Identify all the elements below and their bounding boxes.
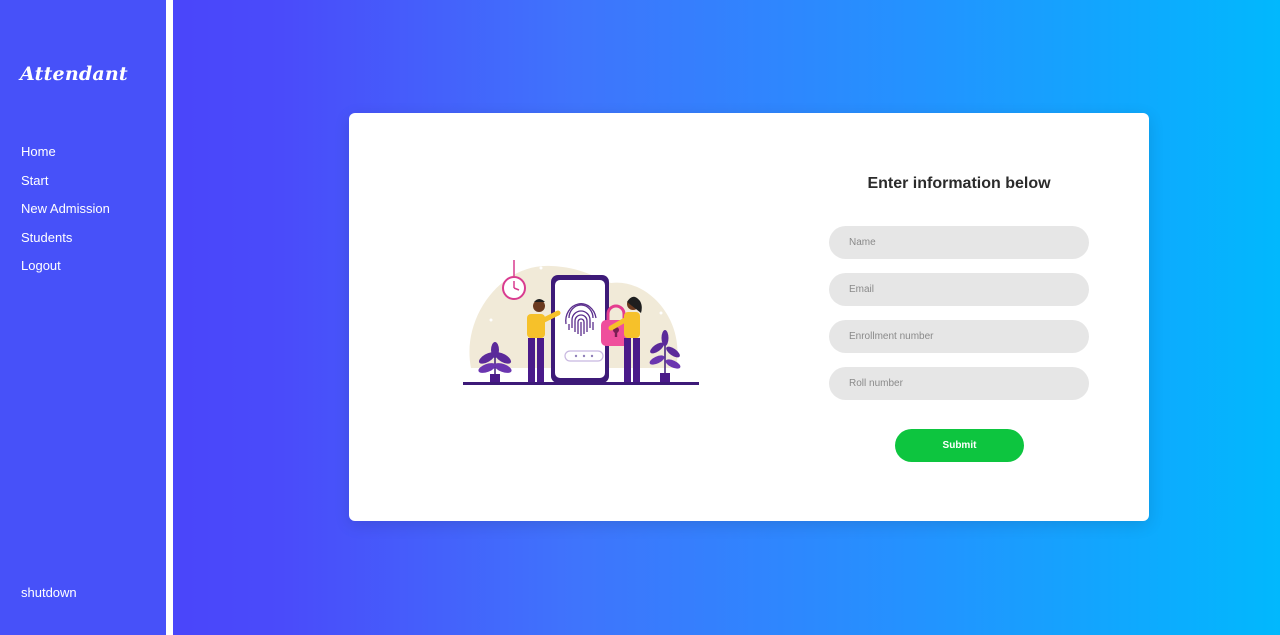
submit-button[interactable]: Submit — [895, 429, 1024, 462]
form-card: Enter information below Submit — [349, 113, 1149, 521]
enrollment-number-field[interactable] — [829, 320, 1089, 353]
sidebar-item-logout[interactable]: Logout — [21, 257, 110, 286]
sidebar-item-students[interactable]: Students — [21, 229, 110, 258]
roll-number-field[interactable] — [829, 367, 1089, 400]
brand-logo[interactable]: Attendant — [20, 63, 128, 85]
fingerprint-security-illustration-icon — [463, 260, 699, 385]
name-field[interactable] — [829, 226, 1089, 259]
sidebar-item-home[interactable]: Home — [21, 143, 110, 172]
shutdown-link[interactable]: shutdown — [21, 585, 77, 600]
sidebar: Attendant Home Start New Admission Stude… — [0, 0, 166, 635]
sidebar-nav: Home Start New Admission Students Logout — [21, 143, 110, 286]
sidebar-item-new-admission[interactable]: New Admission — [21, 200, 110, 229]
sidebar-item-start[interactable]: Start — [21, 172, 110, 201]
sidebar-divider — [166, 0, 173, 635]
app-window: Attendant Home Start New Admission Stude… — [0, 0, 1280, 635]
form-title: Enter information below — [867, 175, 1051, 192]
email-field[interactable] — [829, 273, 1089, 306]
